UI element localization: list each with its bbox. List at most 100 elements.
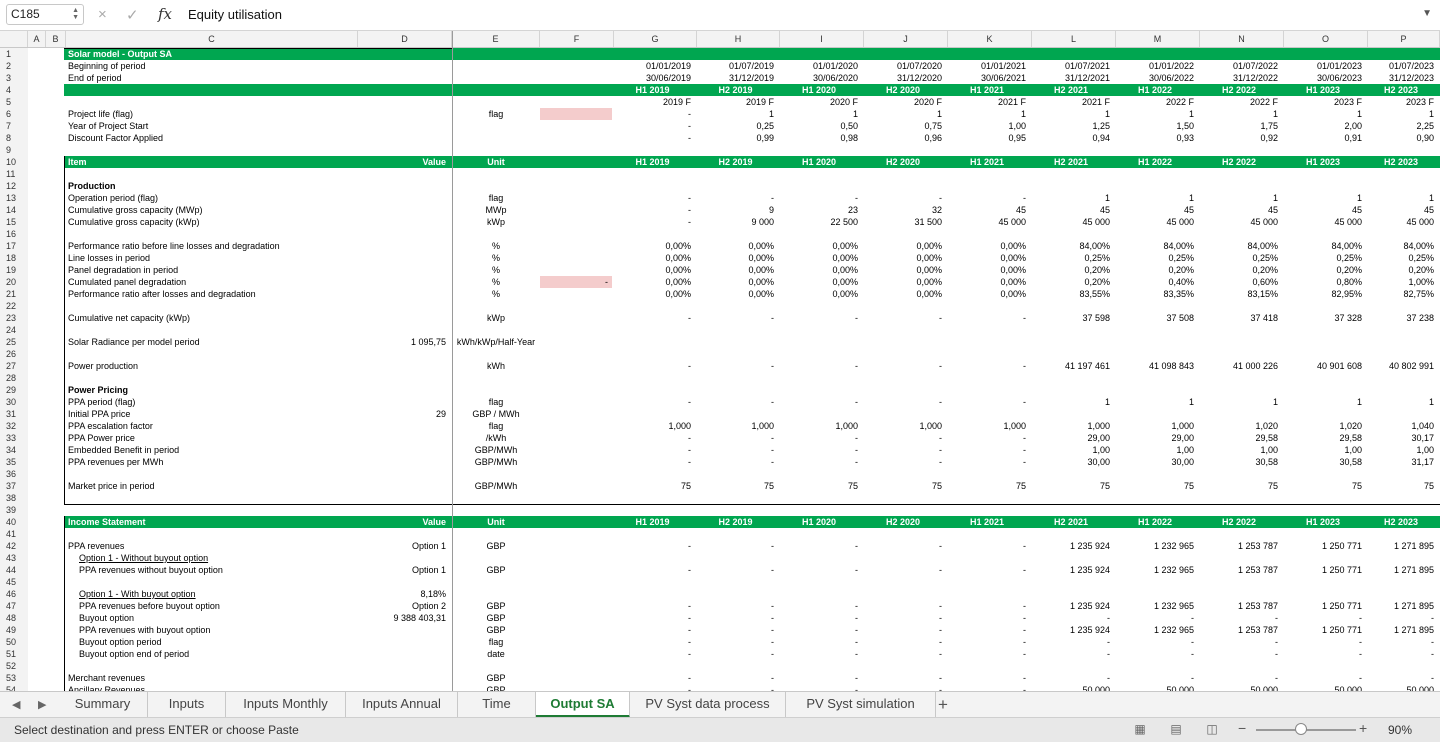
cell-m[interactable]: 0,20%: [1116, 264, 1194, 276]
cell-l[interactable]: 50 000: [1032, 684, 1110, 691]
cell-m[interactable]: 1: [1116, 108, 1194, 120]
cell-p[interactable]: 1 271 895: [1368, 540, 1434, 552]
cell-e[interactable]: GBP/MWh: [452, 480, 540, 492]
cell-l[interactable]: 2021 F: [1032, 96, 1110, 108]
cell-g[interactable]: -: [614, 120, 691, 132]
cell-h[interactable]: 1,000: [697, 420, 774, 432]
cell-k[interactable]: 0,00%: [948, 276, 1026, 288]
cell-k[interactable]: -: [948, 444, 1026, 456]
cell-e[interactable]: /kWh: [452, 432, 540, 444]
cell-h[interactable]: 75: [697, 480, 774, 492]
cell-p[interactable]: -: [1368, 648, 1434, 660]
cell-p[interactable]: 1,00%: [1368, 276, 1434, 288]
cell-g[interactable]: -: [614, 312, 691, 324]
cell-l[interactable]: 1: [1032, 396, 1110, 408]
cell-i[interactable]: 0,50: [780, 120, 858, 132]
cell-c[interactable]: PPA Power price: [68, 432, 356, 444]
cell-p[interactable]: 1 271 895: [1368, 624, 1434, 636]
row-header[interactable]: 17: [0, 240, 28, 252]
cell-k[interactable]: 1,00: [948, 120, 1026, 132]
cell-k[interactable]: -: [948, 672, 1026, 684]
cell-g[interactable]: -: [614, 648, 691, 660]
cell-e[interactable]: MWp: [452, 204, 540, 216]
cell-e[interactable]: flag: [452, 636, 540, 648]
cell-p[interactable]: 1 271 895: [1368, 600, 1434, 612]
cell-c[interactable]: Beginning of period: [68, 60, 356, 72]
cell-e[interactable]: kWh: [452, 360, 540, 372]
cell-h[interactable]: 0,00%: [697, 288, 774, 300]
cell-l[interactable]: -: [1032, 672, 1110, 684]
cell-c[interactable]: Buyout option: [79, 612, 367, 624]
cell-g[interactable]: -: [614, 624, 691, 636]
column-header-g[interactable]: G: [614, 31, 697, 47]
cell-c[interactable]: Buyout option period: [79, 636, 367, 648]
column-header-l[interactable]: L: [1032, 31, 1116, 47]
row-header[interactable]: 14: [0, 204, 28, 216]
cell-o[interactable]: 50 000: [1284, 684, 1362, 691]
row-header[interactable]: 3: [0, 72, 28, 84]
cell-n[interactable]: 1 253 787: [1200, 564, 1278, 576]
cell-i[interactable]: 1,000: [780, 420, 858, 432]
cell-g[interactable]: 0,00%: [614, 240, 691, 252]
cell-i[interactable]: 01/01/2020: [780, 60, 858, 72]
sheet-tab-inputs-annual[interactable]: Inputs Annual: [346, 692, 458, 718]
cell-c[interactable]: Operation period (flag): [68, 192, 356, 204]
cell-k[interactable]: 30/06/2021: [948, 72, 1026, 84]
cell-g[interactable]: -: [614, 360, 691, 372]
cell-j[interactable]: H2 2020: [864, 84, 942, 96]
cell-g[interactable]: -: [614, 600, 691, 612]
cell-m[interactable]: -: [1116, 636, 1194, 648]
cell-g[interactable]: -: [614, 456, 691, 468]
row-header[interactable]: 16: [0, 228, 28, 240]
cell-k[interactable]: 45 000: [948, 216, 1026, 228]
cell-k[interactable]: -: [948, 540, 1026, 552]
cell-i[interactable]: -: [780, 612, 858, 624]
cell-i[interactable]: 22 500: [780, 216, 858, 228]
cell-m[interactable]: 01/01/2022: [1116, 60, 1194, 72]
cell-i[interactable]: -: [780, 360, 858, 372]
cell-k[interactable]: 01/01/2021: [948, 60, 1026, 72]
cell-n[interactable]: 45: [1200, 204, 1278, 216]
cell-l[interactable]: 29,00: [1032, 432, 1110, 444]
cell-c[interactable]: Buyout option end of period: [79, 648, 367, 660]
cell-p[interactable]: -: [1368, 672, 1434, 684]
cell-g[interactable]: -: [614, 192, 691, 204]
cell-n[interactable]: 30,58: [1200, 456, 1278, 468]
sheet-tab-pv-syst-data-process[interactable]: PV Syst data process: [630, 692, 786, 718]
cell-j[interactable]: -: [864, 540, 942, 552]
cell-e[interactable]: %: [452, 288, 540, 300]
cell-l[interactable]: -: [1032, 612, 1110, 624]
cell-p[interactable]: 84,00%: [1368, 240, 1434, 252]
row-header[interactable]: 33: [0, 432, 28, 444]
cell-o[interactable]: 01/01/2023: [1284, 60, 1362, 72]
cell-j[interactable]: -: [864, 636, 942, 648]
cell-g[interactable]: 0,00%: [614, 288, 691, 300]
row-header[interactable]: 30: [0, 396, 28, 408]
cell-g[interactable]: H1 2019: [614, 516, 691, 528]
cell-n[interactable]: H2 2022: [1200, 156, 1278, 168]
row-header[interactable]: 25: [0, 336, 28, 348]
cell-m[interactable]: H1 2022: [1116, 84, 1194, 96]
cell-j[interactable]: 75: [864, 480, 942, 492]
cell-o[interactable]: 0,91: [1284, 132, 1362, 144]
cell-n[interactable]: 1: [1200, 108, 1278, 120]
cell-e[interactable]: GBP: [452, 612, 540, 624]
cell-j[interactable]: 32: [864, 204, 942, 216]
cell-m[interactable]: 2022 F: [1116, 96, 1194, 108]
cell-i[interactable]: -: [780, 540, 858, 552]
cell-j[interactable]: -: [864, 648, 942, 660]
input-cell[interactable]: [540, 108, 612, 120]
cell-h[interactable]: 9: [697, 204, 774, 216]
cell-l[interactable]: 75: [1032, 480, 1110, 492]
cell-h[interactable]: -: [697, 432, 774, 444]
cell-k[interactable]: 0,95: [948, 132, 1026, 144]
cell-e[interactable]: Unit: [452, 516, 540, 528]
cell-i[interactable]: -: [780, 600, 858, 612]
sheet-tab-inputs[interactable]: Inputs: [148, 692, 226, 718]
cell-g[interactable]: 0,00%: [614, 252, 691, 264]
cell-l[interactable]: H2 2021: [1032, 156, 1110, 168]
cell-j[interactable]: -: [864, 624, 942, 636]
cell-e[interactable]: GBP: [452, 684, 540, 691]
cell-m[interactable]: 50 000: [1116, 684, 1194, 691]
cell-i[interactable]: -: [780, 564, 858, 576]
